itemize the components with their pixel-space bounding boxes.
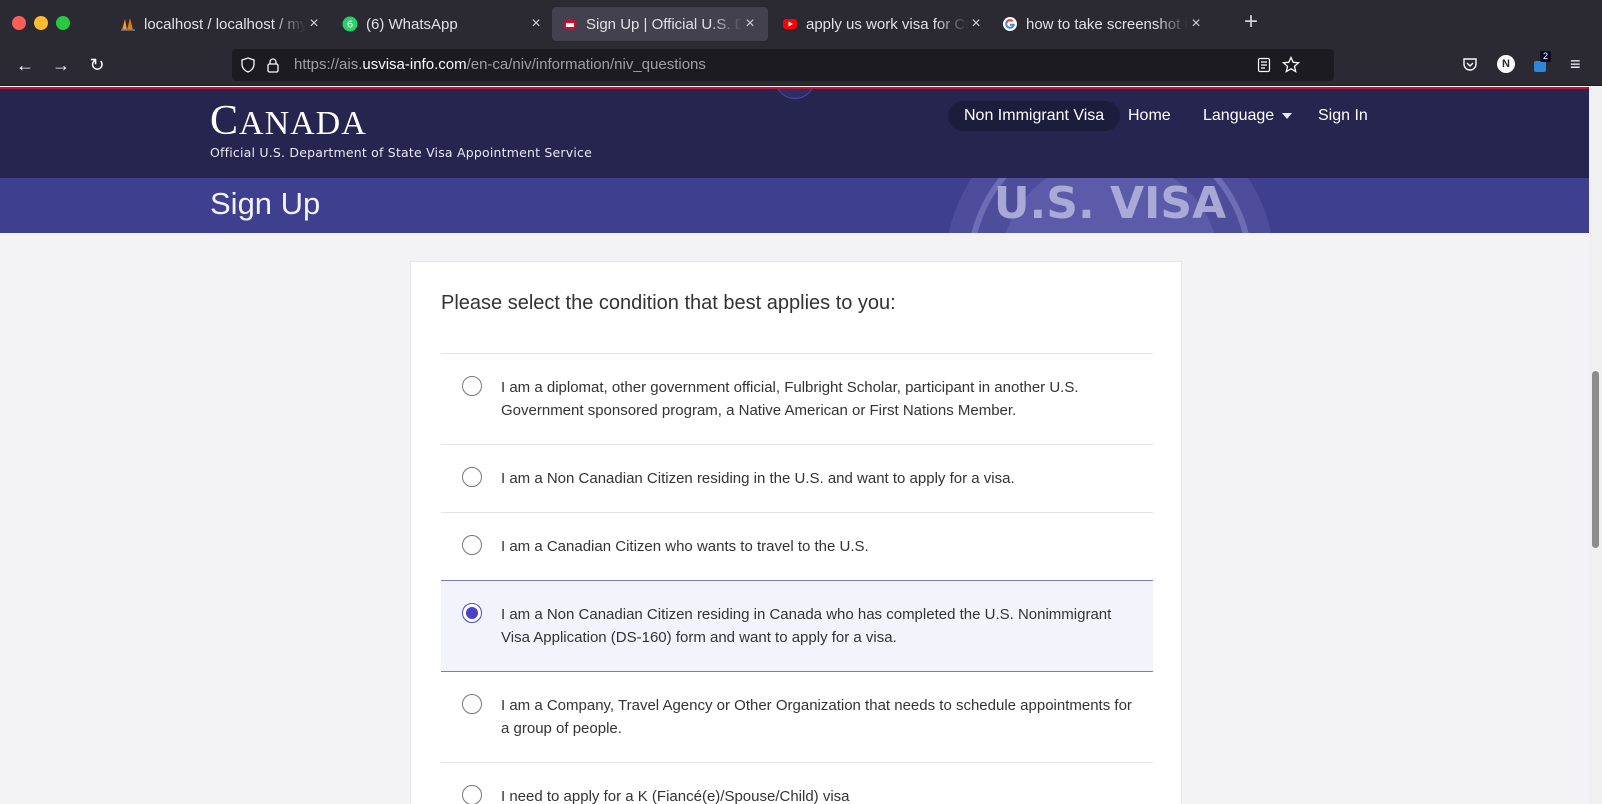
svg-text:6: 6: [347, 20, 353, 31]
nav-non-immigrant-visa[interactable]: Non Immigrant Visa: [948, 101, 1121, 131]
radio-button[interactable]: [462, 467, 482, 487]
us-visa-seal-watermark: U.S. VISA: [948, 178, 1272, 233]
close-window-button[interactable]: [12, 16, 26, 30]
option-label: I am a Canadian Citizen who wants to tra…: [501, 538, 869, 555]
forward-arrow-icon[interactable]: →: [50, 54, 72, 76]
scrollbar-thumb[interactable]: [1592, 371, 1599, 548]
page-title: Sign Up: [210, 186, 321, 221]
page-viewport: CANADA Official U.S. Department of State…: [0, 87, 1589, 804]
close-tab-icon[interactable]: ×: [742, 15, 758, 33]
option-label: I need to apply for a K (Fiancé(e)/Spous…: [501, 788, 850, 804]
shield-icon[interactable]: [240, 57, 256, 78]
tab-signup-active[interactable]: Sign Up | Official U.S. Dep ×: [552, 7, 768, 41]
condition-options-list: I am a diplomat, other government offici…: [441, 353, 1153, 804]
youtube-icon: [782, 16, 798, 32]
tab-title: apply us work visa for Ca: [806, 15, 968, 33]
tab-phpmyadmin[interactable]: localhost / localhost / my ×: [110, 7, 332, 41]
hamburger-menu-icon[interactable]: ≡: [1570, 54, 1581, 75]
site-subtitle: Official U.S. Department of State Visa A…: [210, 145, 592, 160]
chat-bubble-icon[interactable]: [776, 89, 814, 99]
url-path: /en-ca/niv/information/niv_questions: [466, 56, 706, 73]
back-arrow-icon[interactable]: ←: [14, 54, 36, 76]
nav-language-label: Language: [1203, 107, 1275, 124]
close-tab-icon[interactable]: ×: [306, 15, 322, 33]
option-label: I am a Company, Travel Agency or Other O…: [501, 697, 1132, 737]
seal-text: U.S. VISA: [994, 178, 1226, 229]
tab-title: how to take screenshot in: [1026, 15, 1188, 33]
site-brand[interactable]: CANADA: [210, 97, 367, 145]
close-tab-icon[interactable]: ×: [1188, 15, 1204, 33]
new-tab-button[interactable]: +: [1244, 10, 1258, 34]
caret-down-icon: [1282, 112, 1293, 119]
browser-window: localhost / localhost / my × 6 (6) Whats…: [0, 0, 1602, 804]
whatsapp-icon: 6: [342, 16, 358, 32]
radio-button-selected[interactable]: [462, 603, 482, 623]
maximize-window-button[interactable]: [56, 16, 70, 30]
pocket-icon[interactable]: [1462, 56, 1478, 77]
tab-title: Sign Up | Official U.S. Dep: [586, 15, 742, 33]
option-label: I am a Non Canadian Citizen residing in …: [501, 606, 1112, 646]
tab-strip: localhost / localhost / my × 6 (6) Whats…: [0, 0, 1602, 44]
nav-sign-in[interactable]: Sign In: [1318, 101, 1368, 131]
minimize-window-button[interactable]: [34, 16, 48, 30]
brand-initial: C: [210, 98, 240, 144]
navigation-toolbar: ← → ↻ https://ais.usvisa-info.com/en-ca/…: [0, 44, 1602, 86]
close-tab-icon[interactable]: ×: [528, 15, 544, 33]
radio-button[interactable]: [462, 785, 482, 804]
close-tab-icon[interactable]: ×: [968, 15, 984, 33]
google-icon: [1002, 16, 1018, 32]
bookmark-star-icon[interactable]: [1281, 55, 1301, 79]
url-text[interactable]: https://ais.usvisa-info.com/en-ca/niv/in…: [294, 56, 706, 73]
tab-title: localhost / localhost / my: [144, 15, 306, 33]
condition-option-selected[interactable]: I am a Non Canadian Citizen residing in …: [441, 580, 1153, 672]
extension-badge: 2: [1540, 51, 1552, 62]
nav-language[interactable]: Language: [1203, 101, 1293, 131]
radio-button[interactable]: [462, 694, 482, 714]
url-host: usvisa-info.com: [362, 56, 467, 73]
option-label: I am a Non Canadian Citizen residing in …: [501, 470, 1015, 487]
radio-button[interactable]: [462, 535, 482, 555]
reader-view-icon[interactable]: [1256, 57, 1272, 78]
phpmyadmin-icon: [120, 16, 136, 32]
tab-google[interactable]: how to take screenshot in ×: [992, 7, 1214, 41]
site-header: CANADA Official U.S. Department of State…: [0, 89, 1589, 178]
option-label: I am a diplomat, other government offici…: [501, 379, 1079, 419]
page-scrollbar[interactable]: [1589, 87, 1602, 804]
lock-icon[interactable]: [266, 57, 280, 78]
account-avatar[interactable]: N: [1497, 55, 1515, 73]
reload-icon[interactable]: ↻: [86, 54, 108, 76]
radio-button[interactable]: [462, 376, 482, 396]
brand-rest: ANADA: [239, 105, 367, 142]
tab-youtube[interactable]: apply us work visa for Ca ×: [772, 7, 994, 41]
nav-home[interactable]: Home: [1128, 101, 1171, 131]
page-banner: Sign Up U.S. VISA: [0, 178, 1589, 233]
condition-option[interactable]: I am a Non Canadian Citizen residing in …: [441, 444, 1153, 512]
address-bar[interactable]: https://ais.usvisa-info.com/en-ca/niv/in…: [232, 49, 1334, 81]
tab-whatsapp[interactable]: 6 (6) WhatsApp ×: [332, 7, 554, 41]
condition-option[interactable]: I am a Canadian Citizen who wants to tra…: [441, 512, 1153, 580]
selection-card: Please select the condition that best ap…: [410, 261, 1182, 804]
url-prefix: https://ais.: [294, 56, 363, 73]
condition-option[interactable]: I need to apply for a K (Fiancé(e)/Spous…: [441, 762, 1153, 804]
tab-title: (6) WhatsApp: [366, 15, 458, 33]
usvisa-icon: [562, 16, 578, 32]
form-heading: Please select the condition that best ap…: [441, 292, 896, 314]
condition-option[interactable]: I am a diplomat, other government offici…: [441, 353, 1153, 444]
condition-option[interactable]: I am a Company, Travel Agency or Other O…: [441, 672, 1153, 762]
